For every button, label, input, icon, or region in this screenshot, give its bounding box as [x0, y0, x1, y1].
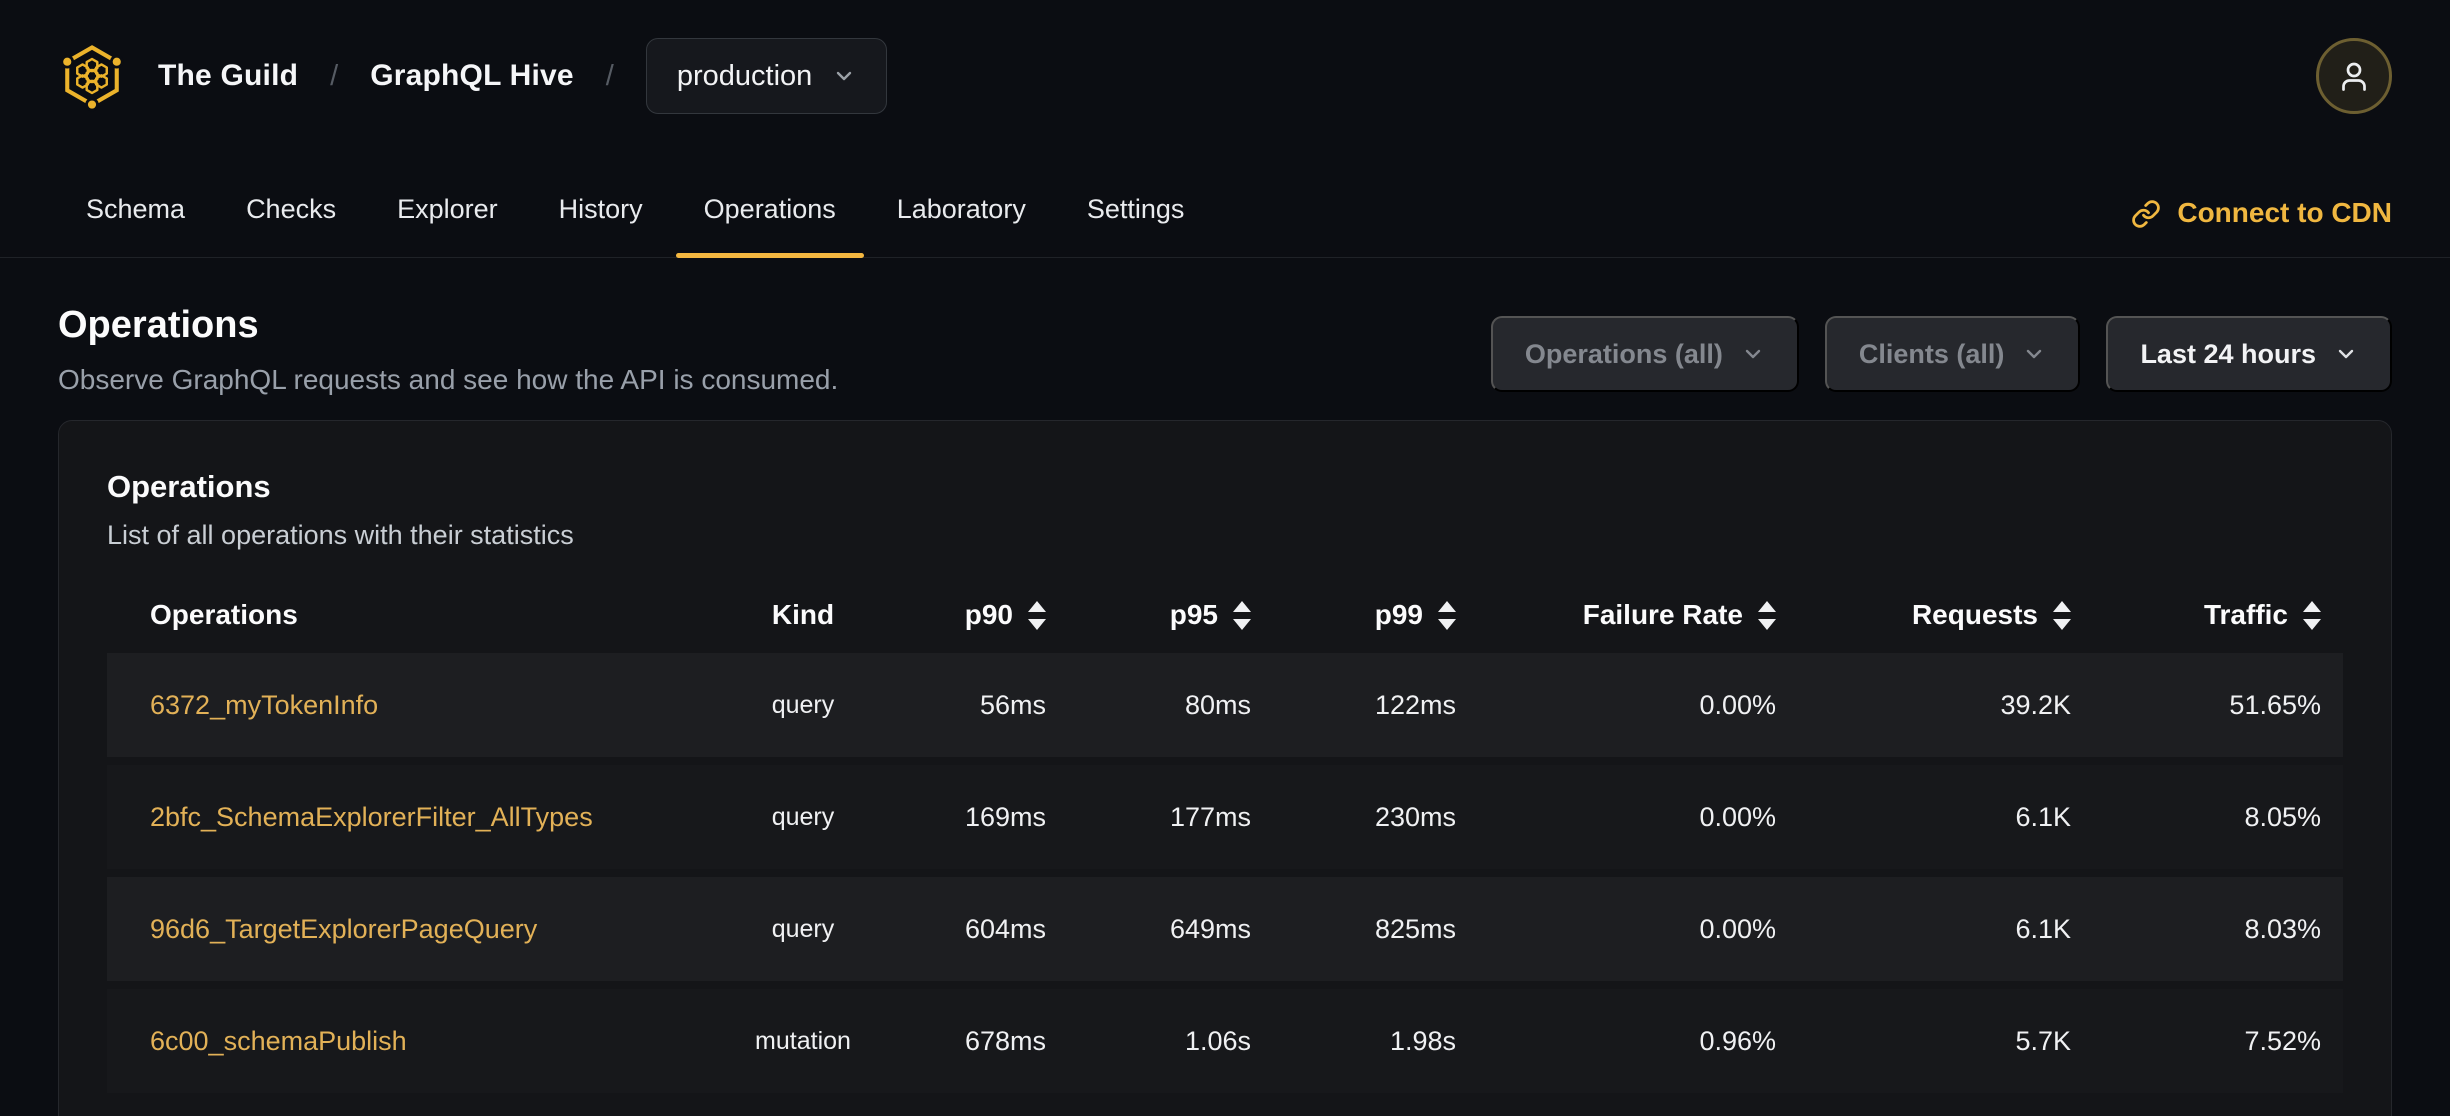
operation-link[interactable]: 96d6_TargetExplorerPageQuery	[150, 914, 537, 944]
breadcrumb-org[interactable]: The Guild	[158, 59, 298, 93]
operations-card: Operations List of all operations with t…	[58, 420, 2392, 1116]
clients-filter-label: Clients (all)	[1858, 338, 2005, 369]
period-filter-label: Last 24 hours	[2140, 338, 2316, 369]
cell-traffic: 8.05%	[2093, 765, 2343, 869]
cell-requests: 6.1K	[1798, 877, 2093, 981]
cell-p99: 825ms	[1273, 877, 1478, 981]
cell-failure-rate: 0.00%	[1478, 653, 1798, 757]
cell-traffic: 8.03%	[2093, 877, 2343, 981]
period-filter-dropdown[interactable]: Last 24 hours	[2106, 316, 2392, 392]
column-header-failure-rate: Failure Rate	[1478, 585, 1798, 645]
column-header-requests: Requests	[1798, 585, 2093, 645]
tab-checks[interactable]: Checks	[218, 134, 364, 257]
cell-p95: 649ms	[1068, 877, 1273, 981]
table-row: 2bfc_SchemaExplorerFilter_AllTypes query…	[107, 765, 2343, 869]
sort-arrows-icon[interactable]	[2053, 600, 2071, 630]
chevron-down-icon	[1745, 349, 1761, 359]
column-header-p90: p90	[878, 585, 1068, 645]
cell-kind: query	[728, 653, 878, 757]
cell-failure-rate: 0.00%	[1478, 765, 1798, 869]
cell-traffic: 51.65%	[2093, 653, 2343, 757]
tab-operations[interactable]: Operations	[675, 134, 864, 258]
column-header-p95: p95	[1068, 585, 1273, 645]
card-subtitle: List of all operations with their statis…	[107, 520, 574, 550]
sort-arrows-icon[interactable]	[1233, 600, 1251, 630]
cell-p90: 678ms	[878, 989, 1068, 1093]
connect-to-cdn-label: Connect to CDN	[2177, 197, 2392, 228]
sort-arrows-icon[interactable]	[2303, 600, 2321, 630]
operation-link[interactable]: 6c00_schemaPublish	[150, 1026, 407, 1056]
operation-link[interactable]: 2bfc_SchemaExplorerFilter_AllTypes	[150, 802, 593, 832]
table-row: 96d6_TargetExplorerPageQuery query 604ms…	[107, 877, 2343, 981]
cell-p99: 230ms	[1273, 765, 1478, 869]
tab-schema[interactable]: Schema	[58, 134, 213, 257]
cell-requests: 6.1K	[1798, 765, 2093, 869]
filters: Operations (all) Clients (all) Last 24 h…	[1490, 316, 2392, 392]
cell-p99: 122ms	[1273, 653, 1478, 757]
column-header-kind: Kind	[771, 599, 835, 630]
tabs: Schema Checks Explorer History Operation…	[58, 134, 1213, 258]
table-row: 6c00_schemaPublish mutation 678ms 1.06s …	[107, 989, 2343, 1093]
cell-p95: 80ms	[1068, 653, 1273, 757]
cell-p90: 169ms	[878, 765, 1068, 869]
chevron-down-icon	[2027, 349, 2042, 359]
tab-history[interactable]: History	[531, 134, 671, 257]
cell-failure-rate: 0.96%	[1478, 989, 1798, 1093]
link-icon	[2132, 200, 2161, 228]
operation-link[interactable]: 6372_myTokenInfo	[150, 690, 378, 720]
clients-filter-dropdown[interactable]: Clients (all)	[1824, 316, 2081, 392]
sort-arrows-icon[interactable]	[1028, 600, 1046, 630]
cell-kind: query	[728, 877, 878, 981]
operations-filter-label: Operations (all)	[1524, 338, 1723, 369]
cell-failure-rate: 0.00%	[1478, 877, 1798, 981]
column-header-operations: Operations	[150, 599, 298, 630]
cell-p95: 177ms	[1068, 765, 1273, 869]
column-header-traffic: Traffic	[2093, 585, 2343, 645]
breadcrumb-separator: /	[605, 59, 614, 92]
column-header-p99: p99	[1273, 585, 1478, 645]
chevron-down-icon	[837, 71, 852, 81]
breadcrumb-project[interactable]: GraphQL Hive	[370, 59, 574, 93]
cell-p90: 604ms	[878, 877, 1068, 981]
table-row: 6372_myTokenInfo query 56ms 80ms 122ms 0…	[107, 653, 2343, 757]
target-selector[interactable]: production	[645, 38, 888, 114]
tab-laboratory[interactable]: Laboratory	[869, 134, 1054, 257]
cell-p95: 1.06s	[1068, 989, 1273, 1093]
tab-bar: Schema Checks Explorer History Operation…	[0, 134, 2450, 258]
sort-arrows-icon[interactable]	[1438, 600, 1456, 630]
user-icon	[2342, 62, 2366, 91]
cell-traffic: 7.52%	[2093, 989, 2343, 1093]
card-title: Operations	[107, 469, 271, 504]
top-bar: The Guild / GraphQL Hive / production	[0, 0, 2450, 134]
cell-p90: 56ms	[878, 653, 1068, 757]
chevron-down-icon	[2338, 349, 2354, 359]
cell-requests: 39.2K	[1798, 653, 2093, 757]
breadcrumb-separator: /	[330, 59, 339, 92]
sort-arrows-icon[interactable]	[1758, 600, 1776, 630]
hive-logo-icon[interactable]	[58, 37, 126, 115]
page-title: Operations	[58, 304, 259, 346]
target-selector-label: production	[676, 59, 813, 92]
operations-table: Operations Kind p90 p95 p99 Failure Rate…	[107, 577, 2343, 1101]
operations-filter-dropdown[interactable]: Operations (all)	[1490, 316, 1799, 392]
page-subtitle: Observe GraphQL requests and see how the…	[58, 364, 839, 395]
table-header-row: Operations Kind p90 p95 p99 Failure Rate…	[107, 585, 2343, 645]
cell-requests: 5.7K	[1798, 989, 2093, 1093]
cell-kind: mutation	[728, 989, 878, 1093]
breadcrumb: The Guild / GraphQL Hive / production	[58, 37, 888, 115]
tab-explorer[interactable]: Explorer	[369, 134, 526, 257]
connect-to-cdn-link[interactable]: Connect to CDN	[2131, 134, 2392, 257]
page-header: Operations Observe GraphQL requests and …	[0, 258, 2450, 396]
tab-settings[interactable]: Settings	[1059, 134, 1213, 257]
user-avatar[interactable]	[2316, 38, 2392, 114]
cell-p99: 1.98s	[1273, 989, 1478, 1093]
cell-kind: query	[728, 765, 878, 869]
